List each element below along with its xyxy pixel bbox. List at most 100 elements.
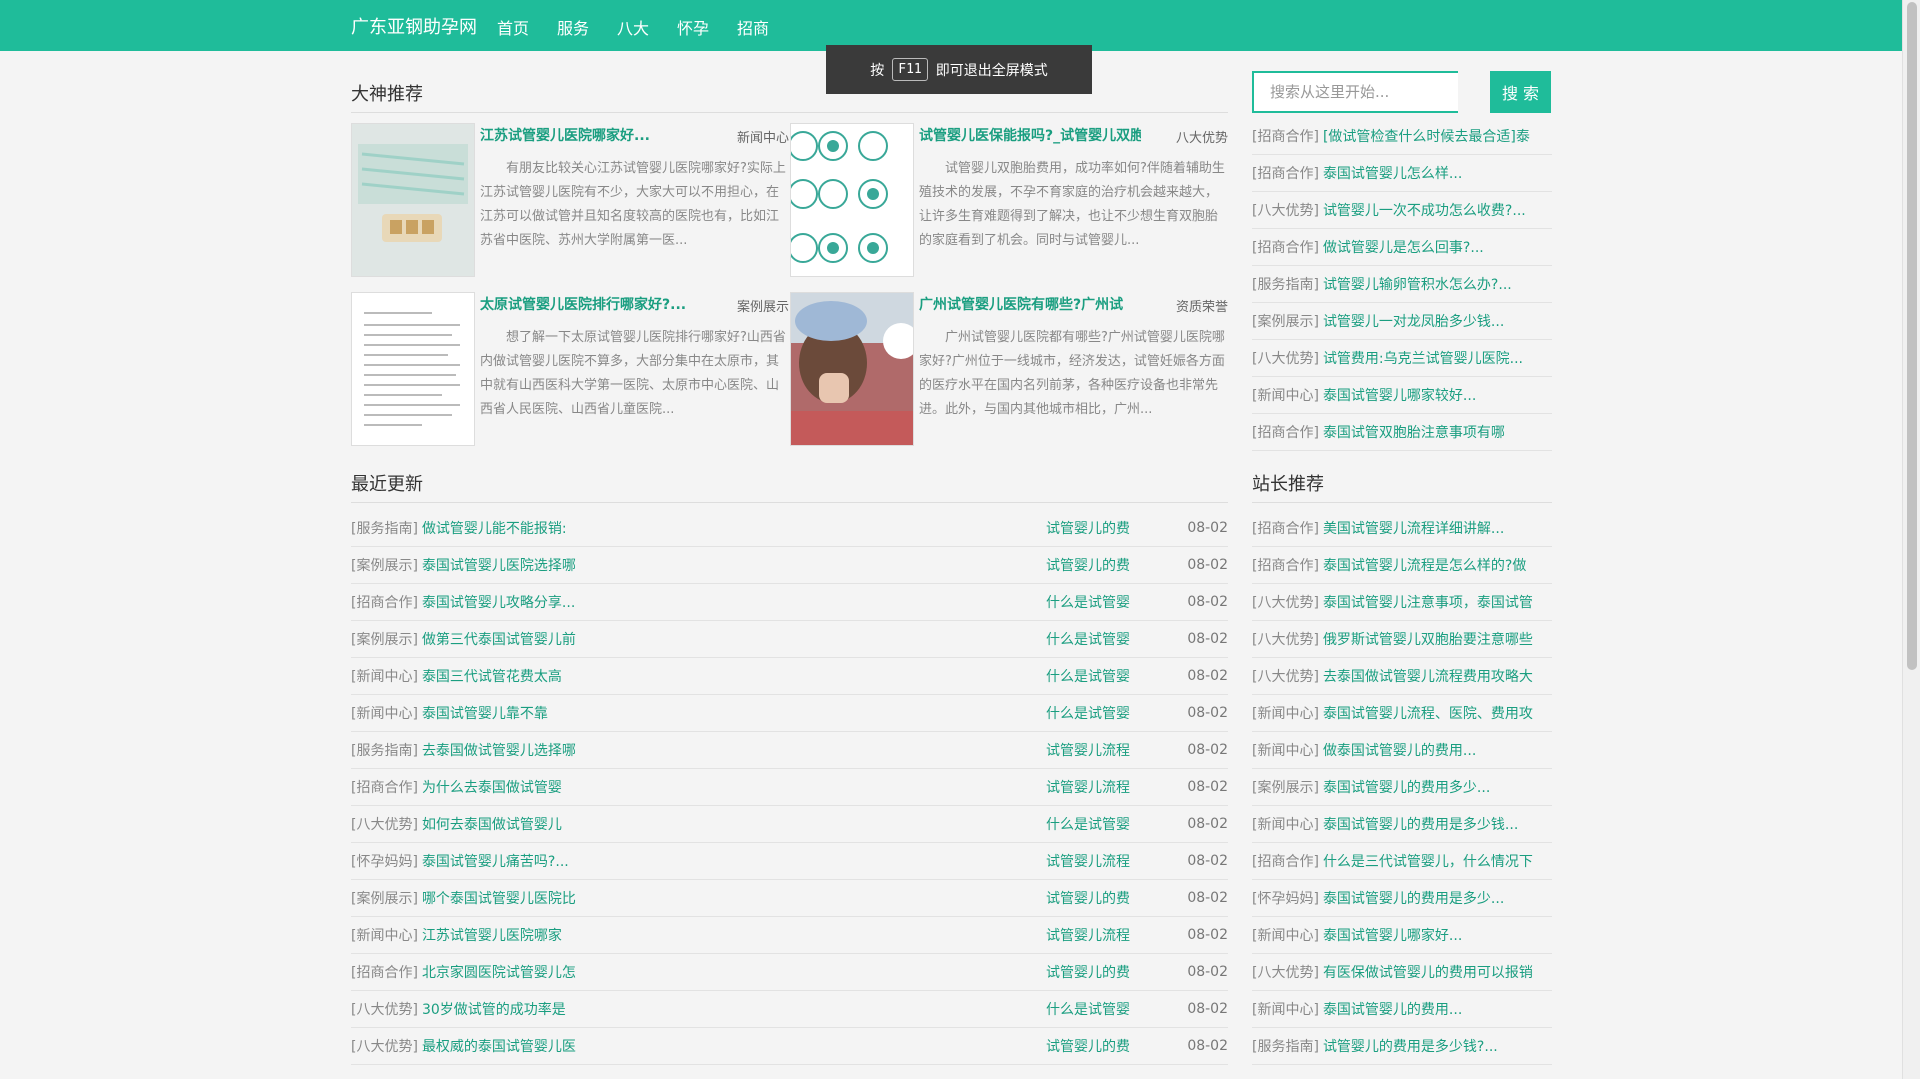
sidebar-recommend-row[interactable]: [新闻中心] 做泰国试管婴儿的费用... <box>1252 731 1552 769</box>
search-input[interactable] <box>1252 71 1458 113</box>
row-category[interactable]: [招商合作] <box>1252 555 1319 575</box>
row-category[interactable]: [服务指南] <box>1252 274 1319 294</box>
row-title[interactable]: 泰国试管婴儿怎么样... <box>1323 163 1462 183</box>
row-category[interactable]: [招商合作] <box>1252 237 1319 257</box>
latest-row[interactable]: [八大优势] 如何去泰国做试管婴儿 什么是试管婴 08-02 <box>351 805 1228 843</box>
sidebar-recommend-row[interactable]: [新闻中心] 泰国试管婴儿哪家好... <box>1252 916 1552 954</box>
featured-card[interactable]: 江苏试管婴儿医院哪家好... 新闻中心 有朋友比较关心江苏试管婴儿医院哪家好?实… <box>351 123 789 278</box>
row-category[interactable]: [新闻中心] <box>351 925 418 945</box>
row-title[interactable]: 做第三代泰国试管婴儿前 <box>422 629 576 649</box>
row-tag[interactable]: 试管婴儿流程 <box>1046 777 1130 797</box>
row-category[interactable]: [案例展示] <box>1252 311 1319 331</box>
row-title[interactable]: 北京家圆医院试管婴儿怎 <box>422 962 576 982</box>
row-title[interactable]: 泰国试管婴儿哪家好... <box>1323 925 1462 945</box>
row-tag[interactable]: 试管婴儿流程 <box>1046 851 1130 871</box>
featured-thumbnail[interactable] <box>790 123 914 277</box>
sidebar-recommend-row[interactable]: [怀孕妈妈] 泰国试管婴儿的费用是多少... <box>1252 879 1552 917</box>
row-title[interactable]: 泰国试管双胞胎注意事项有哪 <box>1323 422 1505 442</box>
row-title[interactable]: 试管婴儿一次不成功怎么收费?... <box>1323 200 1526 220</box>
row-title[interactable]: 泰国试管婴儿医院选择哪 <box>422 555 576 575</box>
row-category[interactable]: [招商合作] <box>351 592 418 612</box>
sidebar-top-row[interactable]: [服务指南] 试管婴儿输卵管积水怎么办?... <box>1252 265 1552 303</box>
featured-category[interactable]: 八大优势 <box>1176 127 1228 146</box>
row-category[interactable]: [八大优势] <box>351 1036 418 1056</box>
row-category[interactable]: [八大优势] <box>1252 962 1319 982</box>
row-tag[interactable]: 什么是试管婴 <box>1046 814 1130 834</box>
featured-thumbnail[interactable] <box>351 123 475 277</box>
row-title[interactable]: 美国试管婴儿流程详细讲解... <box>1323 518 1504 538</box>
sidebar-recommend-row[interactable]: [新闻中心] 泰国试管婴儿的费用是多少钱... <box>1252 805 1552 843</box>
featured-title[interactable]: 试管婴儿医保能报吗?_试管婴儿双胞 <box>919 125 1141 145</box>
nav-item-home[interactable]: 首页 <box>497 15 529 39</box>
row-title[interactable]: 做试管婴儿是怎么回事?... <box>1323 237 1484 257</box>
latest-row[interactable]: [案例展示] 泰国试管婴儿医院选择哪 试管婴儿的费 08-02 <box>351 546 1228 584</box>
row-tag[interactable]: 什么是试管婴 <box>1046 999 1130 1019</box>
latest-row[interactable]: [服务指南] 做试管婴儿能不能报销: 试管婴儿的费 08-02 <box>351 509 1228 547</box>
row-category[interactable]: [新闻中心] <box>1252 385 1319 405</box>
featured-card[interactable]: 广州试管婴儿医院有哪些?广州试 资质荣誉 广州试管婴儿医院都有哪些?广州试管婴儿… <box>790 292 1228 447</box>
latest-row[interactable]: [案例展示] 哪个泰国试管婴儿医院比 试管婴儿的费 08-02 <box>351 879 1228 917</box>
row-title[interactable]: 为什么去泰国做试管婴 <box>422 777 562 797</box>
latest-row[interactable]: [八大优势] 最权威的泰国试管婴儿医 试管婴儿的费 08-02 <box>351 1027 1228 1065</box>
sidebar-top-row[interactable]: [八大优势] 试管婴儿一次不成功怎么收费?... <box>1252 191 1552 229</box>
row-title[interactable]: 泰国三代试管花费太高 <box>422 666 562 686</box>
latest-row[interactable]: [案例展示] 做第三代泰国试管婴儿前 什么是试管婴 08-02 <box>351 620 1228 658</box>
row-category[interactable]: [招商合作] <box>1252 163 1319 183</box>
sidebar-recommend-row[interactable]: [招商合作] 美国试管婴儿流程详细讲解... <box>1252 509 1552 547</box>
row-category[interactable]: [新闻中心] <box>1252 703 1319 723</box>
nav-item-business[interactable]: 招商 <box>737 15 769 39</box>
row-title[interactable]: 什么是三代试管婴儿，什么情况下 <box>1323 851 1533 871</box>
row-title[interactable]: 江苏试管婴儿医院哪家 <box>422 925 562 945</box>
row-category[interactable]: [八大优势] <box>351 999 418 1019</box>
row-category[interactable]: [招商合作] <box>351 962 418 982</box>
latest-row[interactable]: [怀孕妈妈] 泰国试管婴儿痛苦吗?... 试管婴儿流程 08-02 <box>351 842 1228 880</box>
row-category[interactable]: [案例展示] <box>351 888 418 908</box>
row-title[interactable]: 俄罗斯试管婴儿双胞胎要注意哪些 <box>1323 629 1533 649</box>
page-scrollbar[interactable] <box>1902 0 1920 1079</box>
sidebar-recommend-row[interactable]: [案例展示] 泰国试管婴儿的费用多少... <box>1252 768 1552 806</box>
row-title[interactable]: 有医保做试管婴儿的费用可以报销 <box>1323 962 1533 982</box>
row-category[interactable]: [八大优势] <box>1252 592 1319 612</box>
sidebar-top-row[interactable]: [招商合作] 泰国试管婴儿怎么样... <box>1252 154 1552 192</box>
row-category[interactable]: [新闻中心] <box>1252 814 1319 834</box>
featured-title[interactable]: 太原试管婴儿医院排行哪家好?... <box>480 294 702 314</box>
row-title[interactable]: 泰国试管婴儿靠不靠 <box>422 703 548 723</box>
row-title[interactable]: 泰国试管婴儿流程是怎么样的?做 <box>1323 555 1526 575</box>
sidebar-top-row[interactable]: [招商合作] 做试管婴儿是怎么回事?... <box>1252 228 1552 266</box>
row-category[interactable]: [八大优势] <box>351 814 418 834</box>
featured-thumbnail[interactable] <box>351 292 475 446</box>
search-button[interactable]: 搜 索 <box>1490 71 1551 113</box>
sidebar-recommend-row[interactable]: [服务指南] 试管婴儿的费用是多少钱?... <box>1252 1027 1552 1065</box>
sidebar-recommend-row[interactable]: [八大优势] 有医保做试管婴儿的费用可以报销 <box>1252 953 1552 991</box>
latest-row[interactable]: [新闻中心] 江苏试管婴儿医院哪家 试管婴儿流程 08-02 <box>351 916 1228 954</box>
sidebar-recommend-row[interactable]: [招商合作] 泰国试管婴儿流程是怎么样的?做 <box>1252 546 1552 584</box>
row-tag[interactable]: 试管婴儿的费 <box>1046 962 1130 982</box>
row-category[interactable]: [新闻中心] <box>351 703 418 723</box>
row-title[interactable]: 最权威的泰国试管婴儿医 <box>422 1036 576 1056</box>
row-category[interactable]: [怀孕妈妈] <box>1252 888 1319 908</box>
row-category[interactable]: [招商合作] <box>1252 422 1319 442</box>
featured-category[interactable]: 新闻中心 <box>737 127 789 146</box>
latest-row[interactable]: [新闻中心] 泰国试管婴儿靠不靠 什么是试管婴 08-02 <box>351 694 1228 732</box>
sidebar-top-row[interactable]: [八大优势] 试管费用:乌克兰试管婴儿医院... <box>1252 339 1552 377</box>
featured-thumbnail[interactable] <box>790 292 914 446</box>
latest-row[interactable]: [招商合作] 北京家圆医院试管婴儿怎 试管婴儿的费 08-02 <box>351 953 1228 991</box>
featured-category[interactable]: 案例展示 <box>737 296 789 315</box>
sidebar-recommend-row[interactable]: [八大优势] 去泰国做试管婴儿流程费用攻略大 <box>1252 657 1552 695</box>
sidebar-top-row[interactable]: [招商合作] [做试管检查什么时候去最合适]泰 <box>1252 117 1552 155</box>
sidebar-top-row[interactable]: [招商合作] 泰国试管双胞胎注意事项有哪 <box>1252 413 1552 451</box>
row-category[interactable]: [招商合作] <box>351 777 418 797</box>
row-tag[interactable]: 试管婴儿流程 <box>1046 925 1130 945</box>
row-category[interactable]: [招商合作] <box>1252 851 1319 871</box>
row-title[interactable]: 做泰国试管婴儿的费用... <box>1323 740 1476 760</box>
row-title[interactable]: 泰国试管婴儿注意事项，泰国试管 <box>1323 592 1533 612</box>
row-title[interactable]: 做试管婴儿能不能报销: <box>422 518 567 538</box>
row-title[interactable]: 去泰国做试管婴儿选择哪 <box>422 740 576 760</box>
row-title[interactable]: 泰国试管婴儿的费用是多少... <box>1323 888 1504 908</box>
row-category[interactable]: [怀孕妈妈] <box>351 851 418 871</box>
featured-title[interactable]: 广州试管婴儿医院有哪些?广州试 <box>919 294 1141 314</box>
row-category[interactable]: [八大优势] <box>1252 666 1319 686</box>
row-category[interactable]: [服务指南] <box>351 740 418 760</box>
row-title[interactable]: 泰国试管婴儿的费用是多少钱... <box>1323 814 1518 834</box>
row-category[interactable]: [八大优势] <box>1252 200 1319 220</box>
